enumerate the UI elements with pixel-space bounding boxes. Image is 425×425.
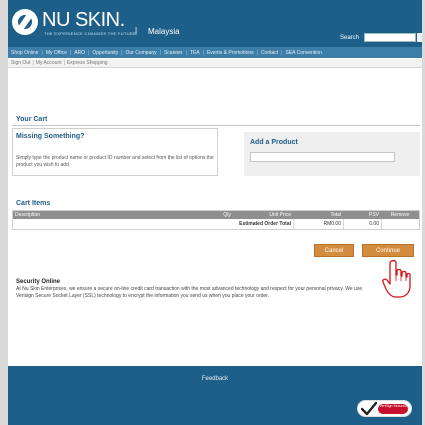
sign-out-link[interactable]: Sign Out — [11, 60, 30, 66]
security-text: At Nu Skin Enterprises, we ensure a secu… — [16, 286, 363, 299]
table-row: Estimated Order Total RM0.00 0.00 — [13, 219, 419, 229]
feedback-link[interactable]: Feedback — [8, 376, 422, 382]
nav-separator: | — [88, 49, 90, 56]
page: NU SKIN. THE EXPERIENCE CHANGES THE FUTU… — [8, 0, 422, 425]
nav-separator: | — [159, 49, 161, 56]
missing-something-panel: Missing Something? Simply type the produ… — [12, 128, 218, 176]
cart-items-title: Cart Items — [16, 200, 51, 207]
estimated-total-label: Estimated Order Total — [239, 221, 291, 227]
nav-item-sea-convention[interactable]: SEA Convention — [285, 50, 321, 56]
nav-item-aro[interactable]: ARO — [74, 50, 85, 56]
subnav-separator: | — [32, 60, 34, 66]
security-title: Security Online — [16, 279, 61, 285]
cart-title: Your Cart — [16, 116, 48, 123]
add-product-input[interactable] — [250, 152, 395, 162]
search-button[interactable] — [417, 33, 422, 42]
my-account-link[interactable]: My Account — [36, 60, 62, 66]
account-subnav: Sign Out | My Account | Express Shopping — [8, 59, 422, 68]
add-product-panel: Add a Product — [244, 132, 420, 176]
estimated-psv-value: 0.00 — [343, 219, 381, 229]
site-footer: Feedback VeriSign Secured — [8, 366, 422, 425]
nav-item-contact[interactable]: Contact — [261, 50, 278, 56]
subnav-separator: | — [63, 60, 65, 66]
verisign-badge[interactable]: VeriSign Secured — [357, 400, 412, 417]
divider — [12, 125, 420, 126]
nav-item-scanner[interactable]: Scanner — [164, 50, 183, 56]
column-header-total: Total — [330, 212, 341, 218]
nav-separator: | — [202, 49, 204, 56]
nav-item-opportunity[interactable]: Opportunity — [92, 50, 118, 56]
cancel-button[interactable]: Cancel — [314, 244, 354, 257]
missing-something-title: Missing Something? — [16, 133, 85, 140]
express-shopping-link[interactable]: Express Shopping — [67, 60, 108, 66]
nav-item-our-company[interactable]: Our Company — [126, 50, 157, 56]
nav-item-tea[interactable]: TEA — [190, 50, 200, 56]
pointer-hand-icon — [382, 259, 411, 298]
add-product-title: Add a Product — [250, 139, 298, 146]
cart-items-table: Description Qty Unit Price Total PSV Rem… — [12, 210, 420, 230]
verisign-badge-label: VeriSign Secured — [378, 404, 408, 414]
search-label: Search — [340, 35, 360, 41]
remove-cell — [381, 219, 419, 229]
nav-separator: | — [185, 49, 187, 56]
nav-separator: | — [256, 49, 258, 56]
column-header-remove: Remove — [390, 212, 410, 218]
nav-separator: | — [41, 49, 43, 56]
column-header-unit-price: Unit Price — [269, 212, 291, 218]
nav-separator: | — [281, 49, 283, 56]
brand-name[interactable]: NU SKIN. — [42, 9, 125, 32]
column-header-psv: PSV — [368, 212, 379, 218]
main-nav: Shop Online | My Office | ARO | Opportun… — [8, 47, 422, 58]
column-header-description: Description — [15, 212, 41, 218]
nav-item-my-office[interactable]: My Office — [46, 50, 67, 56]
search-input[interactable] — [364, 33, 416, 42]
table-header: Description Qty Unit Price Total PSV Rem… — [13, 211, 419, 219]
continue-button[interactable]: Continue — [362, 244, 414, 257]
nav-separator: | — [69, 49, 72, 56]
nav-item-shop-online[interactable]: Shop Online — [11, 50, 39, 56]
country-label: Malaysia — [148, 27, 180, 36]
nav-item-events-promotions[interactable]: Events & Promotions — [207, 50, 254, 56]
site-header: NU SKIN. THE EXPERIENCE CHANGES THE FUTU… — [8, 0, 422, 47]
brand-tagline: THE EXPERIENCE CHANGES THE FUTURE — [44, 31, 137, 36]
missing-something-text: Simply type the product name or product … — [16, 155, 214, 168]
column-header-qty: Qty — [223, 212, 231, 218]
header-separator: | — [135, 26, 138, 35]
nu-skin-logo-icon[interactable] — [12, 9, 38, 35]
estimated-total-value: RM0.00 — [293, 219, 343, 229]
verisign-check-icon — [361, 402, 377, 416]
nav-separator: | — [121, 49, 123, 56]
